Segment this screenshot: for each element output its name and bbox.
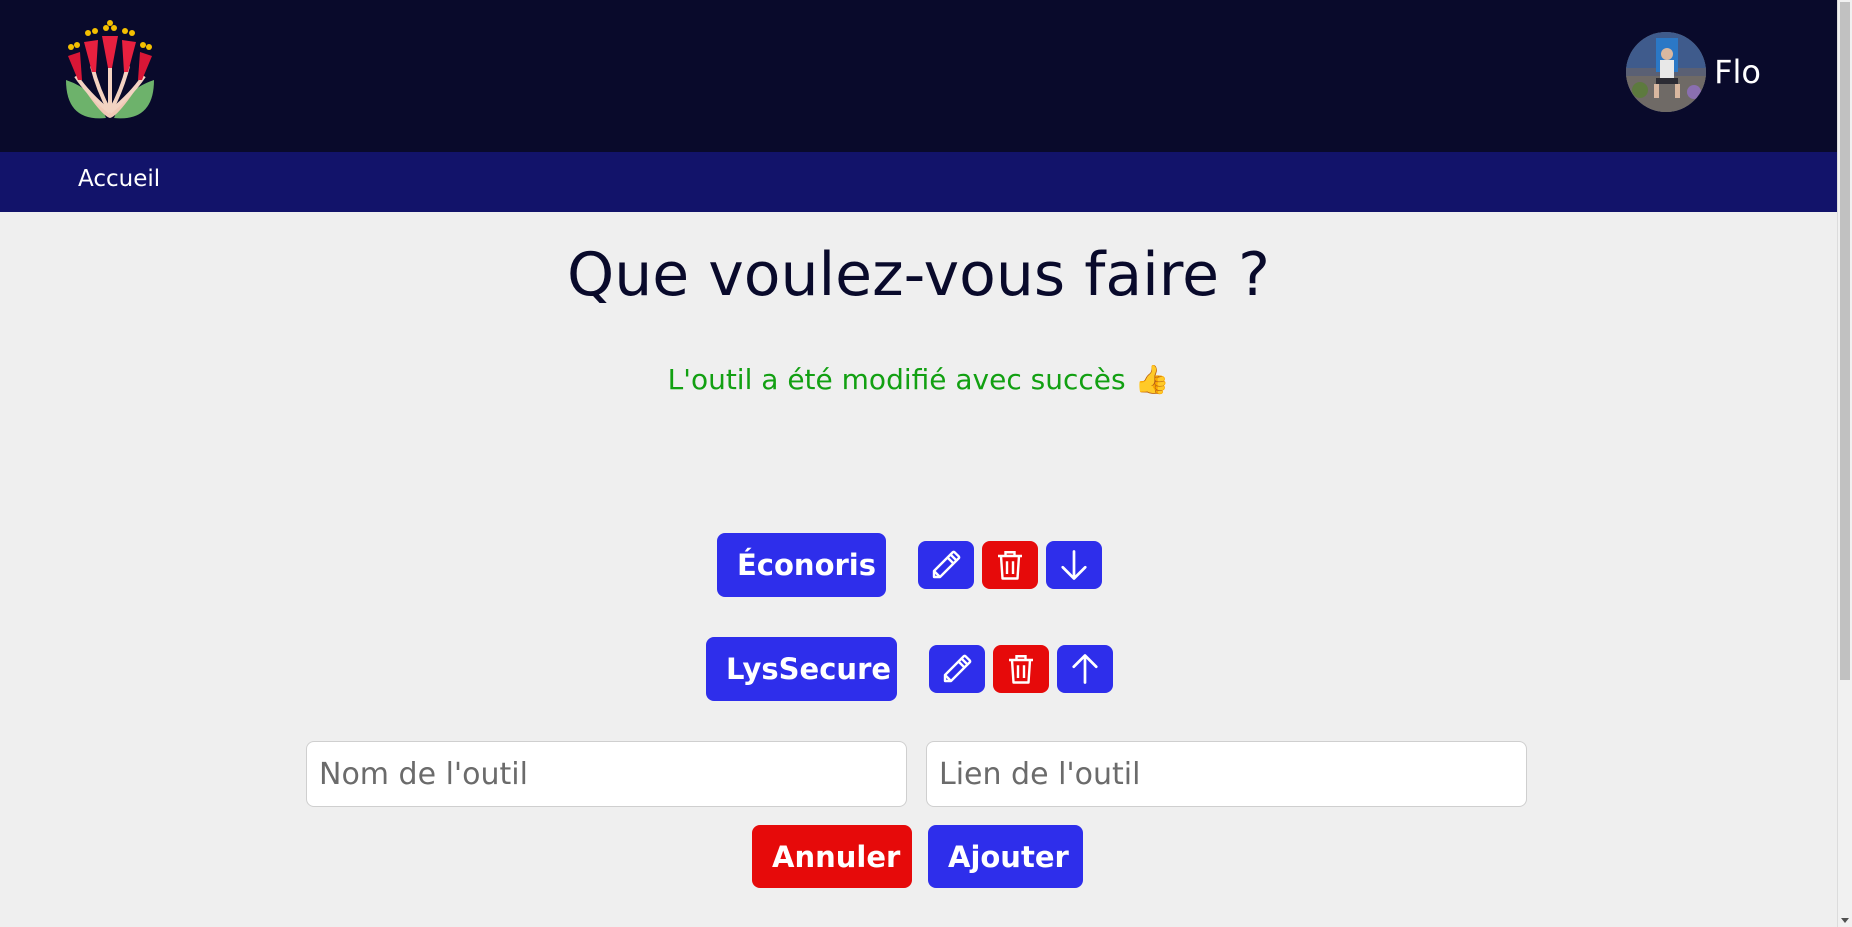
arrow-down-icon	[1061, 550, 1087, 580]
edit-tool-button[interactable]	[918, 541, 974, 589]
user-menu[interactable]: Flo	[1626, 31, 1761, 113]
main-nav: Accueil	[0, 152, 1837, 212]
pencil-icon	[932, 550, 961, 579]
page-scrollbar[interactable]	[1837, 0, 1852, 927]
avatar[interactable]	[1626, 32, 1707, 112]
trash-icon	[998, 551, 1022, 580]
nav-link-home[interactable]: Accueil	[78, 166, 160, 192]
pencil-icon	[943, 654, 972, 683]
tool-link-button[interactable]: LysSecure	[706, 637, 897, 701]
logo-icon[interactable]	[62, 20, 158, 124]
top-header: Flo	[0, 0, 1837, 152]
arrow-up-icon	[1072, 654, 1098, 684]
tool-link-input[interactable]	[926, 741, 1527, 807]
tool-name-input[interactable]	[306, 741, 907, 807]
tool-row: Éconoris	[717, 533, 1102, 597]
tool-link-button[interactable]: Éconoris	[717, 533, 886, 597]
trash-icon	[1009, 655, 1033, 684]
page-title: Que voulez-vous faire ?	[567, 240, 1270, 310]
scrollbar-thumb[interactable]	[1840, 2, 1850, 680]
edit-tool-button[interactable]	[929, 645, 985, 693]
success-message: L'outil a été modifié avec succès 👍	[667, 363, 1170, 396]
delete-tool-button[interactable]	[993, 645, 1049, 693]
add-button[interactable]: Ajouter	[928, 825, 1083, 888]
move-tool-up-button[interactable]	[1057, 645, 1113, 693]
username[interactable]: Flo	[1714, 53, 1761, 91]
delete-tool-button[interactable]	[982, 541, 1038, 589]
cancel-button[interactable]: Annuler	[752, 825, 912, 888]
tool-row: LysSecure	[706, 637, 1113, 701]
move-tool-down-button[interactable]	[1046, 541, 1102, 589]
scroll-down-arrow-icon[interactable]	[1841, 918, 1849, 923]
